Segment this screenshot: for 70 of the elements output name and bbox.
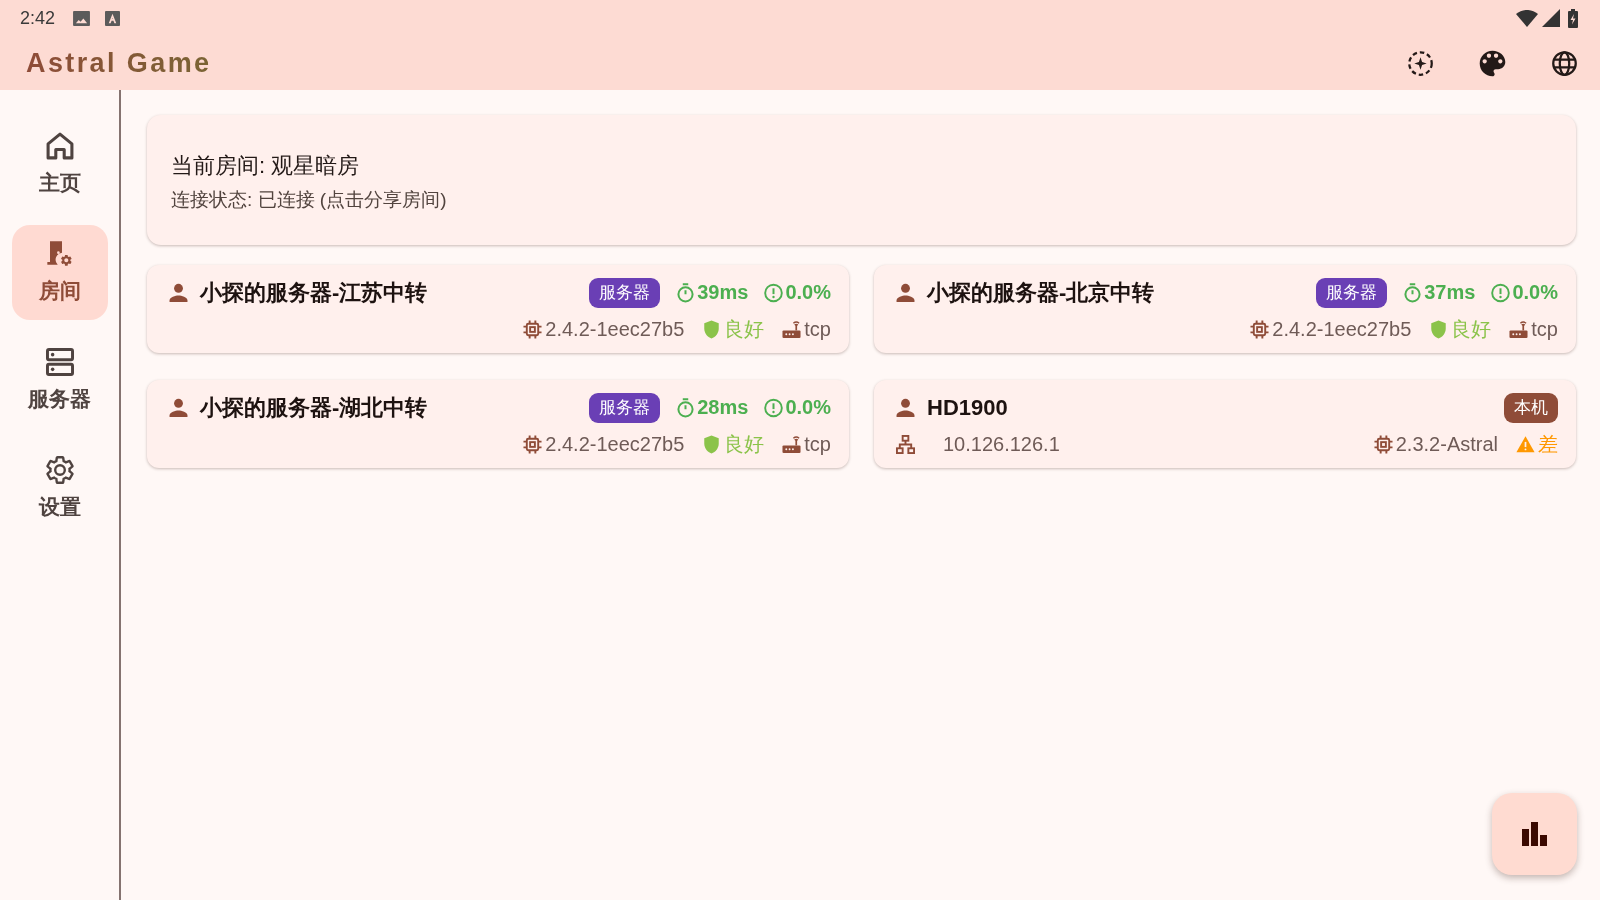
peer-type-badge: 本机 <box>1504 392 1558 423</box>
shield-icon <box>702 434 722 454</box>
router-icon <box>782 434 802 454</box>
bar-chart-icon <box>1522 822 1547 846</box>
peer-name: 小探的服务器-江苏中转 <box>200 278 429 307</box>
stopwatch-icon <box>676 397 696 418</box>
shield-icon <box>1429 319 1449 339</box>
router-icon <box>782 319 802 339</box>
version-text: 2.4.2-1eec27b5 <box>545 317 685 341</box>
peer-name: HD1900 <box>927 394 1009 421</box>
latency-text: 28ms <box>697 396 749 420</box>
person-icon <box>169 283 188 303</box>
person-icon <box>169 398 188 418</box>
sparkle-circle-icon[interactable] <box>1406 49 1434 77</box>
nav-item[interactable]: 设置 <box>11 441 108 536</box>
gear-icon <box>45 456 74 484</box>
exclamation-circle-icon <box>1491 282 1511 303</box>
protocol-text: tcp <box>1531 317 1558 341</box>
battery-icon <box>1568 8 1578 28</box>
stopwatch-icon <box>1403 282 1423 303</box>
connection-quality: 良好 <box>1451 316 1492 342</box>
exclamation-circle-icon <box>764 397 784 418</box>
room-title: 当前房间: 观星暗房 <box>171 152 360 180</box>
chip-icon <box>523 319 543 339</box>
chip-icon <box>1373 434 1393 454</box>
exclamation-circle-icon <box>764 282 784 303</box>
signal-icon <box>1542 9 1560 27</box>
door-gear-icon <box>45 240 74 268</box>
version-text: 2.3.2-Astral <box>1395 432 1498 456</box>
statistics-button[interactable] <box>1492 793 1577 875</box>
status-time: 2:42 <box>20 7 56 29</box>
router-icon <box>1509 319 1529 339</box>
nav-item[interactable]: 主页 <box>11 117 108 212</box>
ip-address: 10.126.126.1 <box>943 432 1060 456</box>
chip-icon <box>523 434 543 454</box>
server-icon <box>45 348 74 376</box>
connection-status: 连接状态: 已连接 (点击分享房间) <box>171 188 447 212</box>
packet-loss-text: 0.0% <box>1512 281 1558 305</box>
connection-quality: 差 <box>1538 431 1558 457</box>
network-icon <box>896 434 915 454</box>
palette-icon[interactable] <box>1478 49 1506 77</box>
app-notification-icon <box>104 10 122 26</box>
person-icon <box>896 283 915 303</box>
protocol-text: tcp <box>804 432 831 456</box>
home-icon <box>45 132 74 160</box>
warning-icon <box>1516 434 1535 454</box>
protocol-text: tcp <box>804 317 831 341</box>
stopwatch-icon <box>676 282 696 303</box>
room-info-card[interactable]: 当前房间: 观星暗房 连接状态: 已连接 (点击分享房间) <box>147 115 1576 245</box>
shield-icon <box>702 319 722 339</box>
version-text: 2.4.2-1eec27b5 <box>545 432 685 456</box>
nav-item[interactable]: 服务器 <box>11 333 108 428</box>
peer-type-badge: 服务器 <box>589 392 661 423</box>
nav-item[interactable]: 房间 <box>11 225 108 320</box>
connection-quality: 良好 <box>724 431 765 457</box>
packet-loss-text: 0.0% <box>785 281 831 305</box>
connection-quality: 良好 <box>724 316 765 342</box>
peer-name: 小探的服务器-湖北中转 <box>200 393 429 422</box>
peer-type-badge: 服务器 <box>589 277 661 308</box>
person-icon <box>896 398 915 418</box>
wifi-icon <box>1516 9 1538 27</box>
peer-type-badge: 服务器 <box>1316 277 1388 308</box>
peer-name: 小探的服务器-北京中转 <box>927 278 1156 307</box>
packet-loss-text: 0.0% <box>785 396 831 420</box>
version-text: 2.4.2-1eec27b5 <box>1272 317 1412 341</box>
latency-text: 37ms <box>1424 281 1476 305</box>
latency-text: 39ms <box>697 281 749 305</box>
chip-icon <box>1250 319 1270 339</box>
image-icon <box>73 10 91 26</box>
globe-icon[interactable] <box>1550 49 1578 77</box>
